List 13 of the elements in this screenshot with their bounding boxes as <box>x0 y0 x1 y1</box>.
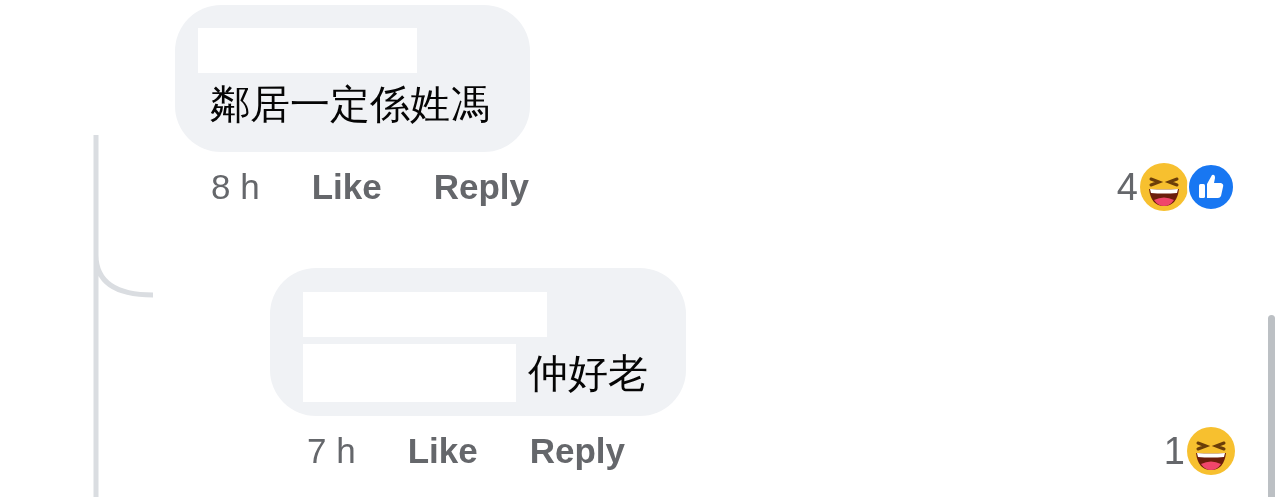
thumbs-up-icon <box>1186 162 1236 212</box>
comment-text: 鄰居一定係姓馮 <box>210 81 490 128</box>
comment-time: 7 h <box>307 431 356 471</box>
reaction-count: 4 <box>1116 165 1138 209</box>
reaction-count: 1 <box>1163 429 1185 473</box>
reply-link[interactable]: Reply <box>433 167 529 207</box>
comment-time: 8 h <box>211 167 260 207</box>
laughing-emoji-icon <box>1139 162 1189 212</box>
reply-link[interactable]: Reply <box>529 431 625 471</box>
laughing-emoji-icon <box>1186 426 1236 476</box>
comment-text: 仲好老 <box>528 350 648 397</box>
like-link[interactable]: Like <box>311 167 382 207</box>
like-link[interactable]: Like <box>407 431 478 471</box>
